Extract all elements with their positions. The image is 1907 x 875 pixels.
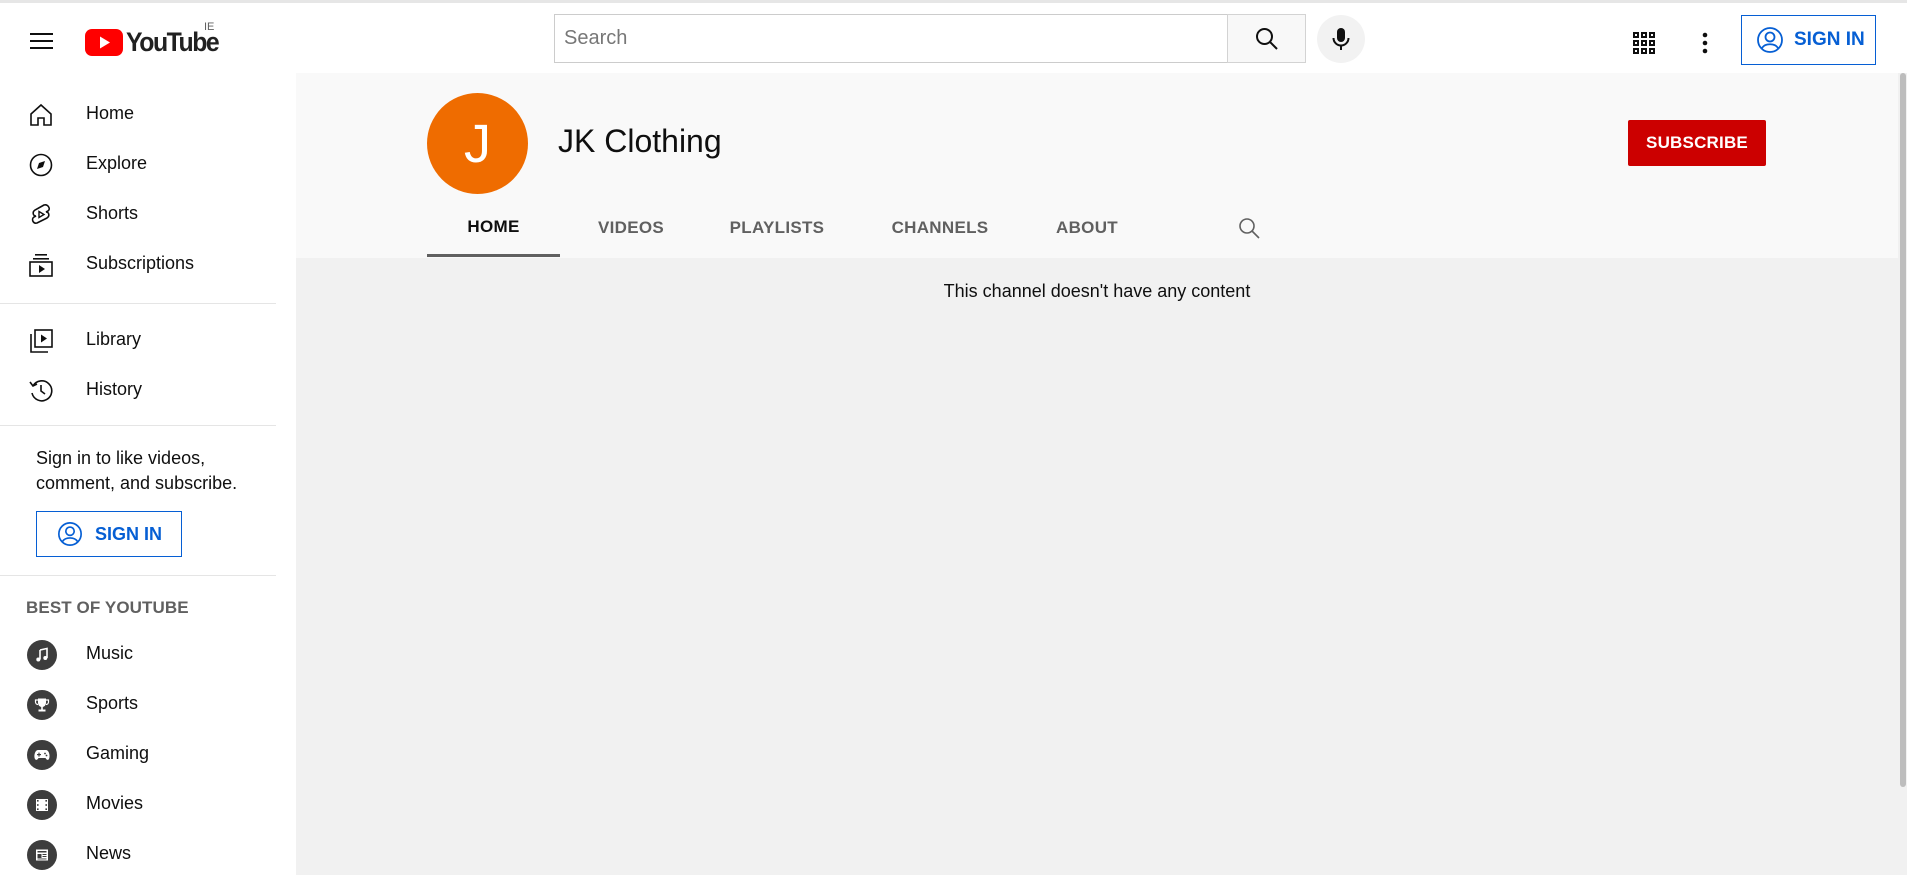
tab-playlists[interactable]: PLAYLISTS xyxy=(710,199,844,257)
movies-icon xyxy=(27,790,57,820)
best-of-youtube-heading: BEST OF YOUTUBE xyxy=(26,598,189,617)
sidebar-item-gaming[interactable]: Gaming xyxy=(0,728,276,778)
channel-header: J JK Clothing SUBSCRIBE HOME VIDEOS PLAY… xyxy=(296,73,1898,258)
masthead: YouTube IE Search SIGN IN xyxy=(0,3,1907,73)
sidebar-item-sports[interactable]: Sports xyxy=(0,678,276,728)
library-icon xyxy=(27,327,55,355)
more-vertical-icon xyxy=(1702,32,1708,54)
sidebar-item-library[interactable]: Library xyxy=(0,314,276,364)
empty-content-message: This channel doesn't have any content xyxy=(943,281,1251,301)
history-icon xyxy=(27,377,55,405)
channel-name: JK Clothing xyxy=(558,123,722,159)
sidebar-item-subscriptions[interactable]: Subscriptions xyxy=(0,238,276,288)
sidebar-item-label: Explore xyxy=(86,152,148,173)
sign-in-label: SIGN IN xyxy=(95,523,163,544)
microphone-icon xyxy=(1332,28,1350,50)
sidebar-item-label: Library xyxy=(86,328,142,349)
sidebar-item-label: Movies xyxy=(86,792,144,813)
sidebar-item-history[interactable]: History xyxy=(0,364,276,414)
sidebar-item-label: Home xyxy=(86,102,135,123)
sidebar-item-news[interactable]: News xyxy=(0,828,276,875)
voice-search-button[interactable] xyxy=(1317,15,1365,63)
tab-videos[interactable]: VIDEOS xyxy=(574,199,688,257)
subscriptions-icon xyxy=(27,251,55,279)
home-icon xyxy=(27,101,55,129)
gaming-icon xyxy=(27,740,57,770)
sidebar-item-label: Music xyxy=(86,642,134,663)
region-code: IE xyxy=(204,21,215,33)
search-icon xyxy=(1255,27,1278,50)
account-icon xyxy=(1757,27,1783,53)
sidebar-sign-in-button[interactable]: SIGN IN xyxy=(36,511,182,557)
apps-button[interactable] xyxy=(1624,23,1664,63)
scrollbar-thumb[interactable] xyxy=(1900,73,1906,787)
sidebar-item-shorts[interactable]: Shorts xyxy=(0,188,276,238)
sidebar-item-label: Subscriptions xyxy=(86,252,195,273)
hamburger-icon xyxy=(30,33,53,49)
search-box xyxy=(554,14,1228,63)
tab-home[interactable]: HOME xyxy=(427,199,560,257)
compass-icon xyxy=(27,151,55,179)
sidebar-divider xyxy=(0,575,276,576)
account-icon xyxy=(58,522,82,546)
sidebar-item-label: History xyxy=(86,378,143,399)
search-button[interactable] xyxy=(1227,14,1306,63)
tab-about[interactable]: ABOUT xyxy=(1036,199,1138,257)
channel-search-button[interactable] xyxy=(1233,212,1265,244)
sign-in-label: SIGN IN xyxy=(1794,29,1865,50)
sidebar-item-music[interactable]: Music xyxy=(0,628,276,678)
search-input[interactable] xyxy=(555,15,1227,62)
youtube-play-icon xyxy=(85,28,123,56)
sidebar-item-home[interactable]: Home xyxy=(0,88,276,138)
sidebar-item-label: Shorts xyxy=(86,202,139,223)
music-icon xyxy=(27,640,57,670)
header-sign-in-button[interactable]: SIGN IN xyxy=(1741,15,1876,65)
menu-button[interactable] xyxy=(22,23,62,59)
sidebar-item-movies[interactable]: Movies xyxy=(0,778,276,828)
sidebar: Home Explore Shorts Subscriptions Librar… xyxy=(0,73,276,875)
tab-channels[interactable]: CHANNELS xyxy=(863,199,1017,257)
settings-button[interactable] xyxy=(1685,23,1725,63)
sidebar-item-label: Gaming xyxy=(86,742,150,763)
apps-grid-icon xyxy=(1633,32,1655,54)
sidebar-divider xyxy=(0,425,276,426)
sidebar-item-label: Sports xyxy=(86,692,139,713)
sidebar-item-label: News xyxy=(86,842,132,863)
news-icon xyxy=(27,840,57,870)
subscribe-button[interactable]: SUBSCRIBE xyxy=(1628,120,1766,166)
search-icon xyxy=(1239,218,1260,239)
sidebar-divider xyxy=(0,303,276,304)
shorts-icon xyxy=(27,201,55,229)
sign-in-prompt: Sign in to like videos, comment, and sub… xyxy=(36,448,238,493)
sidebar-item-explore[interactable]: Explore xyxy=(0,138,276,188)
channel-avatar: J xyxy=(427,93,528,194)
trophy-icon xyxy=(27,690,57,720)
channel-page: J JK Clothing SUBSCRIBE HOME VIDEOS PLAY… xyxy=(296,73,1898,875)
